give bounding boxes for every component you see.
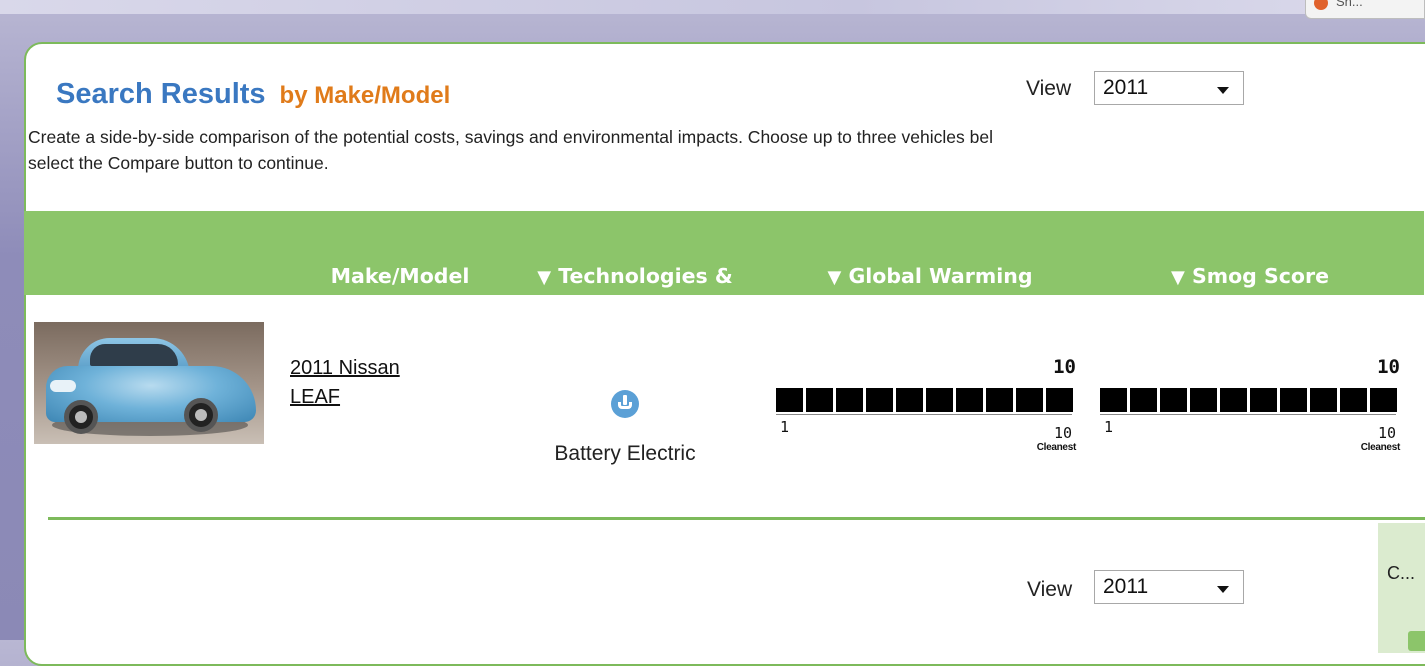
smog-score-segment [1370,388,1397,412]
photo-wheel-rear [184,398,218,432]
top-share-button[interactable]: Sh... [1305,0,1425,19]
intro-text: Create a side-by-side comparison of the … [28,124,1425,176]
smog-score-meter: 10 1 10 Cleanest [1100,356,1400,476]
top-share-label: Sh... [1336,0,1363,9]
compare-button[interactable] [1408,631,1425,651]
global-warming-score-meter: 10 1 10 Cleanest [776,356,1076,476]
global-warming-score-segment [1046,388,1073,412]
compare-panel: C... [1378,523,1425,653]
sort-arrow-icon: ▼ [1170,267,1185,288]
view-label: View [1026,77,1072,100]
column-header-global-warming-line2: Score [897,294,963,318]
smog-score-segment [1250,388,1277,412]
smog-scale-line [1100,414,1396,415]
global-warming-score-segment [866,388,893,412]
smog-score-segment [1280,388,1307,412]
sort-arrow-icon: ▼ [537,267,552,288]
page-title: Search Results by Make/Model [56,78,450,111]
smog-scale-min: 1 [1104,418,1114,436]
smog-score-segment [1310,388,1337,412]
column-header-technologies[interactable]: ▼ Technologies & Fuel Types [510,262,760,320]
vehicle-link-line1: 2011 Nissan [290,357,400,379]
vehicle-link[interactable]: 2011 Nissan LEAF [290,354,470,412]
global-warming-score-segment [836,388,863,412]
photo-wheel-front [64,400,98,434]
smog-scale-max-label: Cleanest [1360,442,1401,453]
photo-window [90,344,178,366]
global-warming-score-bars [776,388,1073,412]
global-warming-scale-max-label: Cleanest [1036,442,1077,453]
column-header-global-warming[interactable]: ▼ Global Warming Score [800,262,1060,320]
smog-score-value: 10 [1377,356,1400,378]
fuel-type-label: Battery Electric [554,442,696,465]
global-warming-score-segment [896,388,923,412]
global-warming-score-segment [926,388,953,412]
global-warming-score-value: 10 [1053,356,1076,378]
smog-score-segment [1130,388,1157,412]
global-warming-score-segment [806,388,833,412]
vehicle-link-line2: LEAF [290,386,341,408]
page-title-text: Search Results [56,78,266,110]
bottom-year-select[interactable]: 2011 [1094,570,1244,604]
smog-scale-max: 10 [1377,424,1396,442]
smog-score-segment [1220,388,1247,412]
page-subtitle: by Make/Model [279,82,451,109]
column-header-technologies-line2: Fuel Types [574,294,696,318]
column-header-smog-label: Smog Score [1191,264,1330,288]
global-warming-score-segment [956,388,983,412]
smog-score-bars [1100,388,1397,412]
photo-headlight [50,380,76,392]
global-warming-scale-max: 10 [1053,424,1072,442]
battery-electric-plug-icon [611,390,639,418]
smog-score-segment [1340,388,1367,412]
smog-score-segment [1190,388,1217,412]
vehicle-photo[interactable] [34,322,264,444]
share-icon [1314,0,1328,10]
browser-top-strip [0,0,1425,14]
column-header-make-model[interactable]: Make/Model [310,262,490,290]
sort-arrow-icon: ▼ [827,267,842,288]
global-warming-score-segment [986,388,1013,412]
bottom-year-select-value: 2011 [1103,575,1149,598]
smog-score-segment [1160,388,1187,412]
global-warming-scale-line [776,414,1072,415]
column-header-smog[interactable]: ▼ Smog Score [1130,262,1370,292]
chevron-down-icon [1217,586,1229,593]
intro-line-2: select the Compare button to continue. [28,153,329,173]
smog-score-segment [1100,388,1127,412]
global-warming-score-segment [776,388,803,412]
year-select-value: 2011 [1103,76,1149,99]
row-divider [48,517,1425,520]
year-select[interactable]: 2011 [1094,71,1244,105]
column-header-technologies-line1: Technologies & [558,264,733,288]
compare-panel-label: C... [1387,563,1416,583]
column-header-global-warming-line1: Global Warming [848,264,1033,288]
column-header-make-model-label: Make/Model [330,264,470,288]
global-warming-score-segment [1016,388,1043,412]
global-warming-scale-min: 1 [780,418,790,436]
bottom-view-label: View [1027,578,1073,601]
intro-line-1: Create a side-by-side comparison of the … [28,127,993,147]
chevron-down-icon [1217,87,1229,94]
